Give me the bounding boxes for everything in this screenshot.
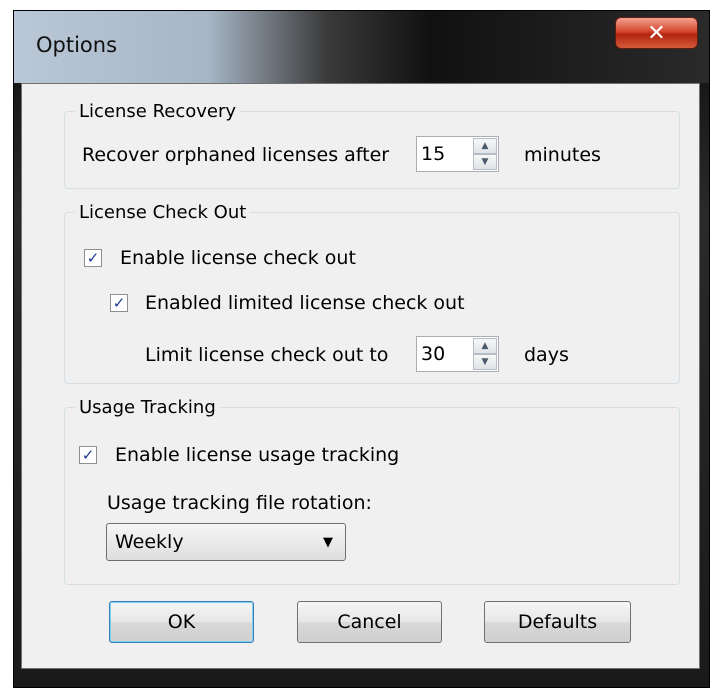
- check-icon: ✓: [86, 248, 100, 267]
- spin-down-button[interactable]: ▼: [473, 354, 497, 370]
- spin-down-button[interactable]: ▼: [473, 154, 497, 170]
- rotation-selected-value: Weekly: [115, 531, 184, 553]
- minutes-unit-label: minutes: [524, 144, 601, 166]
- chevron-down-icon: ▼: [323, 535, 333, 550]
- defaults-button[interactable]: Defaults: [484, 601, 631, 643]
- limit-days-input[interactable]: [417, 337, 475, 371]
- usage-tracking-legend: Usage Tracking: [79, 397, 216, 418]
- spin-up-button[interactable]: ▲: [473, 338, 497, 354]
- arrow-down-icon: ▼: [481, 157, 489, 167]
- check-icon: ✓: [81, 445, 95, 464]
- check-icon: ✓: [112, 293, 126, 312]
- rotation-select[interactable]: Weekly ▼: [106, 523, 346, 561]
- close-icon: ✕: [647, 20, 666, 46]
- license-recovery-legend: License Recovery: [79, 101, 237, 122]
- limit-checkout-label: Limit license check out to: [145, 344, 389, 366]
- cancel-button[interactable]: Cancel: [297, 601, 442, 643]
- close-button[interactable]: ✕: [615, 17, 698, 49]
- rotation-label: Usage tracking file rotation:: [107, 492, 372, 514]
- enable-usage-tracking-checkbox[interactable]: ✓: [79, 446, 97, 464]
- arrow-up-icon: ▲: [481, 141, 489, 151]
- enable-checkout-checkbox[interactable]: ✓: [84, 249, 102, 267]
- title-bar[interactable]: Options ✕: [14, 11, 709, 83]
- enable-limited-checkout-checkbox[interactable]: ✓: [110, 294, 128, 312]
- arrow-up-icon: ▲: [481, 341, 489, 351]
- arrow-down-icon: ▼: [481, 357, 489, 367]
- limit-days-stepper[interactable]: ▲ ▼: [416, 336, 499, 372]
- window-title: Options: [36, 33, 118, 57]
- spin-up-button[interactable]: ▲: [473, 138, 497, 154]
- ok-button[interactable]: OK: [109, 601, 254, 643]
- recover-spin-buttons: ▲ ▼: [473, 138, 497, 170]
- enable-limited-checkout-label[interactable]: Enabled limited license check out: [145, 292, 465, 314]
- license-checkout-legend: License Check Out: [79, 202, 247, 223]
- days-unit-label: days: [524, 344, 569, 366]
- recover-orphaned-label: Recover orphaned licenses after: [82, 144, 390, 166]
- limit-spin-buttons: ▲ ▼: [473, 338, 497, 370]
- recover-minutes-input[interactable]: [417, 137, 475, 171]
- enable-usage-tracking-label[interactable]: Enable license usage tracking: [115, 444, 399, 466]
- recover-minutes-stepper[interactable]: ▲ ▼: [416, 136, 499, 172]
- enable-checkout-label[interactable]: Enable license check out: [120, 247, 356, 269]
